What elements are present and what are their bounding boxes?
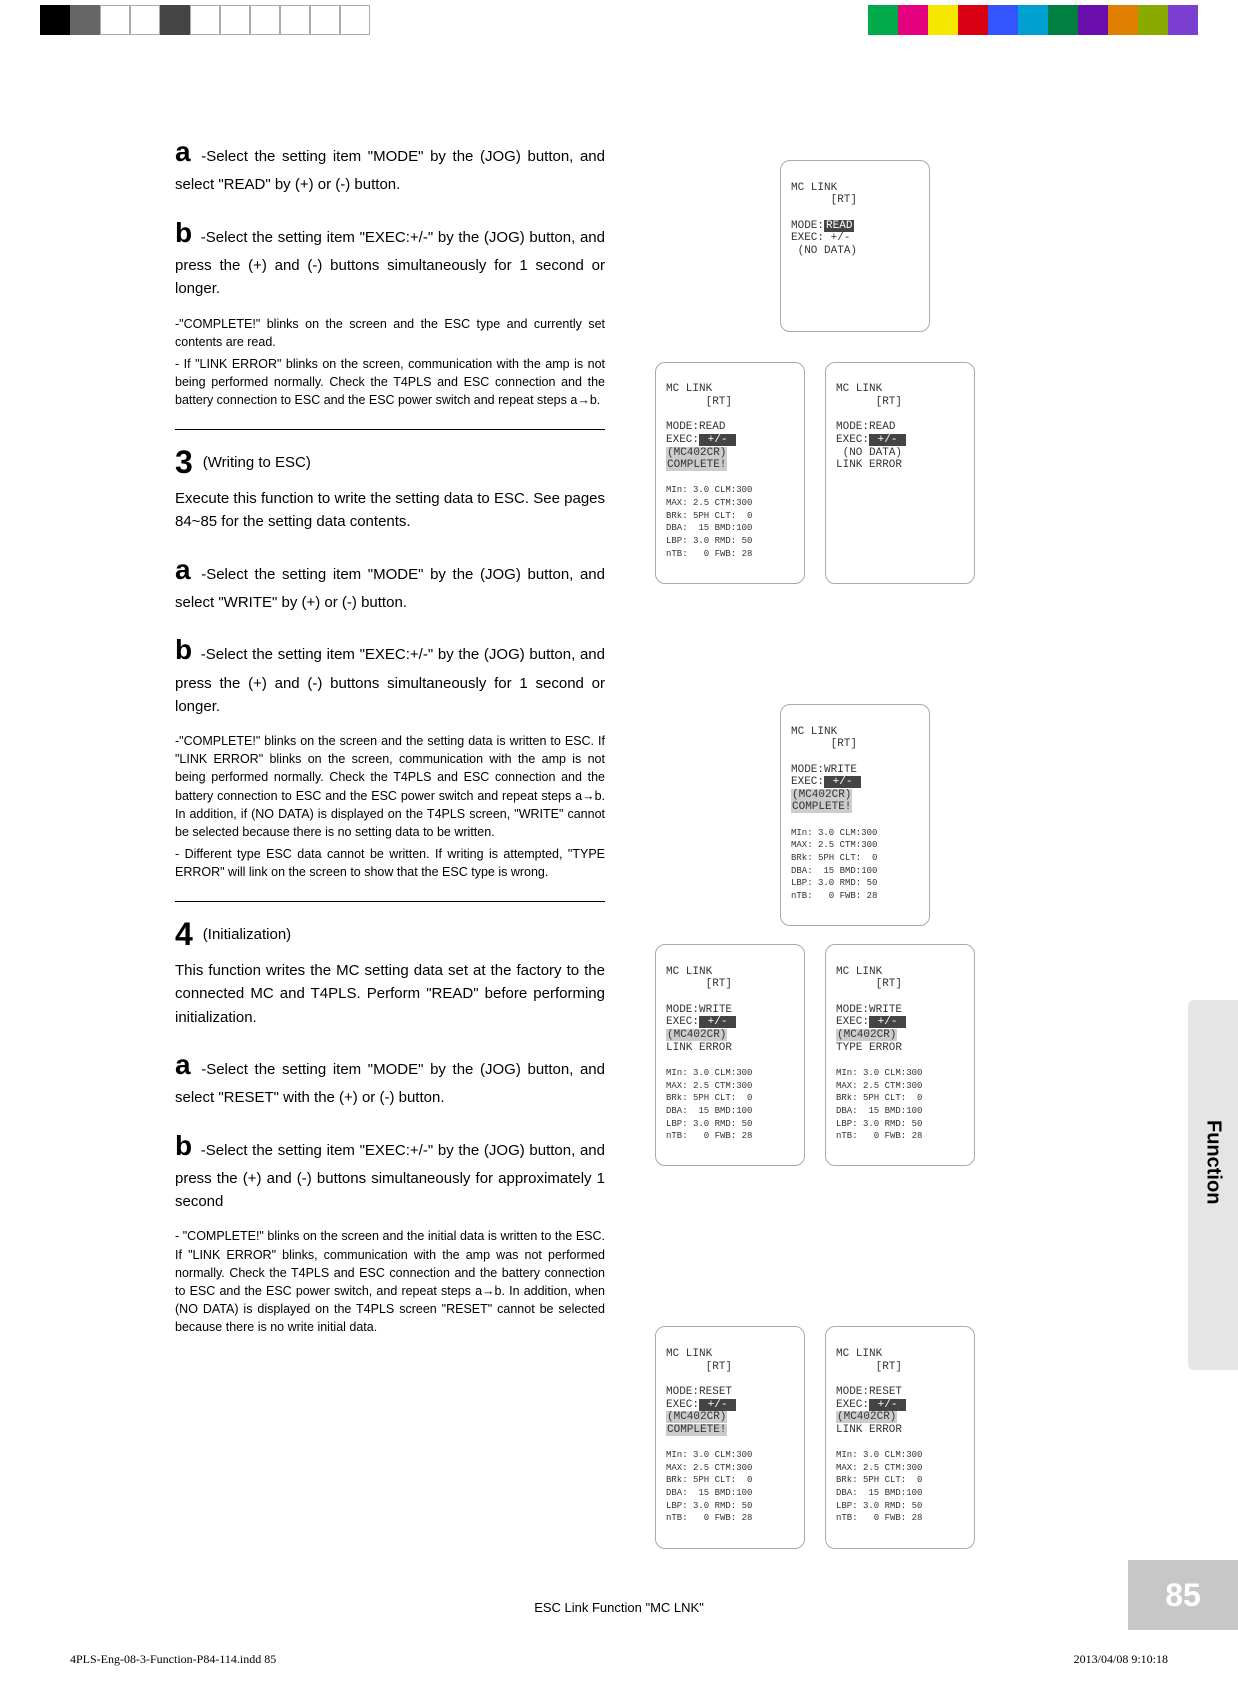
- page-number-box: 85: [1128, 1560, 1238, 1630]
- step-b-reset: b -Select the setting item "EXEC:+/-" by…: [175, 1124, 605, 1214]
- step-a-write: a -Select the setting item "MODE" by the…: [175, 548, 605, 615]
- write-note-2: - Different type ESC data cannot be writ…: [175, 845, 605, 881]
- section-3-lead: Execute this function to write the setti…: [175, 487, 605, 534]
- step-a-read-text: -Select the setting item "MODE" by the (…: [175, 148, 605, 193]
- section-4-title: (Initialization): [203, 926, 291, 943]
- print-time-mark: 2013/04/08 9:10:18: [1074, 1652, 1168, 1667]
- section-4-head: 4(Initialization): [175, 916, 605, 953]
- lcd-write-type-error: MC LINK [RT] MODE:WRITE EXEC: +/- (MC402…: [825, 944, 975, 1166]
- page-number: 85: [1165, 1577, 1201, 1614]
- write-note-1: -"COMPLETE!" blinks on the screen and th…: [175, 732, 605, 841]
- print-file-mark: 4PLS-Eng-08-3-Function-P84-114.indd 85: [70, 1652, 276, 1667]
- print-registration-bar: [0, 5, 1238, 35]
- lcd-read-complete: MC LINK [RT] MODE:READ EXEC: +/- (MC402C…: [655, 362, 805, 584]
- step-b-read: b -Select the setting item "EXEC:+/-" by…: [175, 211, 605, 301]
- step-a-read: a -Select the setting item "MODE" by the…: [175, 130, 605, 197]
- read-notes: -"COMPLETE!" blinks on the screen and th…: [175, 315, 605, 410]
- step-b-read-text: -Select the setting item "EXEC:+/-" by t…: [175, 229, 605, 298]
- separator-2: [175, 901, 605, 902]
- reset-note-1: - "COMPLETE!" blinks on the screen and t…: [175, 1227, 605, 1336]
- section-3-head: 3(Writing to ESC): [175, 444, 605, 481]
- lcd-read-nodata: MC LINK [RT] MODE:READ EXEC: +/- (NO DAT…: [780, 160, 930, 332]
- reset-notes: - "COMPLETE!" blinks on the screen and t…: [175, 1227, 605, 1336]
- separator-1: [175, 429, 605, 430]
- step-a-reset: a -Select the setting item "MODE" by the…: [175, 1043, 605, 1110]
- side-tab-function: Function: [1188, 1000, 1238, 1370]
- lcd-write-link-error: MC LINK [RT] MODE:WRITE EXEC: +/- (MC402…: [655, 944, 805, 1166]
- lcd-reset-link-error: MC LINK [RT] MODE:RESET EXEC: +/- (MC402…: [825, 1326, 975, 1548]
- step-b-reset-text: -Select the setting item "EXEC:+/-" by t…: [175, 1142, 605, 1211]
- side-tab-label: Function: [1202, 1120, 1225, 1204]
- lcd-read-error: MC LINK [RT] MODE:READ EXEC: +/- (NO DAT…: [825, 362, 975, 584]
- read-note-2: - If "LINK ERROR" blinks on the screen, …: [175, 355, 605, 409]
- page-footer-label: ESC Link Function "MC LNK": [0, 1600, 1238, 1615]
- read-note-1: -"COMPLETE!" blinks on the screen and th…: [175, 315, 605, 351]
- write-notes: -"COMPLETE!" blinks on the screen and th…: [175, 732, 605, 881]
- step-b-write: b -Select the setting item "EXEC:+/-" by…: [175, 628, 605, 718]
- step-a-write-text: -Select the setting item "MODE" by the (…: [175, 566, 605, 611]
- section-3-title: (Writing to ESC): [203, 454, 311, 471]
- lcd-write-complete: MC LINK [RT] MODE:WRITE EXEC: +/- (MC402…: [780, 704, 930, 926]
- lcd-reset-complete: MC LINK [RT] MODE:RESET EXEC: +/- (MC402…: [655, 1326, 805, 1548]
- step-a-reset-text: -Select the setting item "MODE" by the (…: [175, 1061, 605, 1106]
- step-b-write-text: -Select the setting item "EXEC:+/-" by t…: [175, 646, 605, 715]
- section-4-lead: This function writes the MC setting data…: [175, 959, 605, 1029]
